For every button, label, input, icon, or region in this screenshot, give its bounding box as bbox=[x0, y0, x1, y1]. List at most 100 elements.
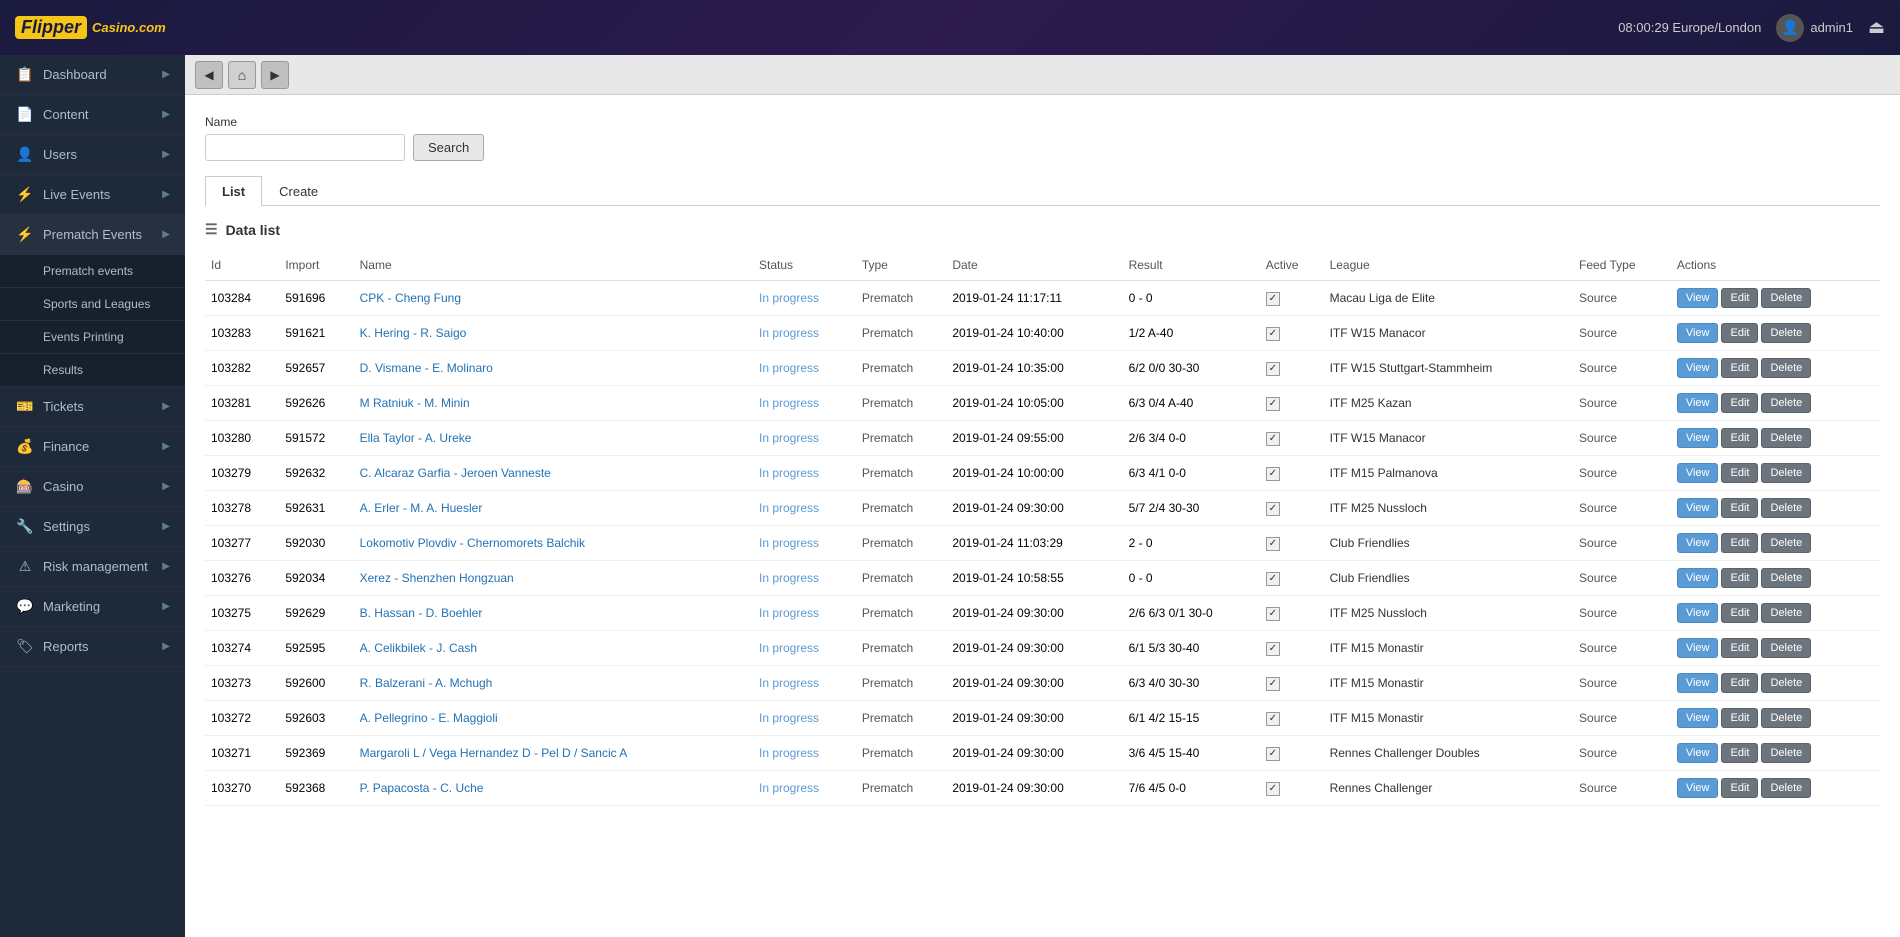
active-checkbox[interactable]: ✓ bbox=[1266, 642, 1280, 656]
edit-button[interactable]: Edit bbox=[1721, 603, 1758, 623]
active-checkbox[interactable]: ✓ bbox=[1266, 537, 1280, 551]
name-link[interactable]: C. Alcaraz Garfia - Jeroen Vanneste bbox=[360, 466, 551, 480]
active-checkbox[interactable]: ✓ bbox=[1266, 292, 1280, 306]
view-button[interactable]: View bbox=[1677, 358, 1719, 378]
sidebar-item-content[interactable]: 📄 Content ▶ bbox=[0, 95, 185, 135]
delete-button[interactable]: Delete bbox=[1761, 288, 1811, 308]
view-button[interactable]: View bbox=[1677, 533, 1719, 553]
cell-name[interactable]: D. Vismane - E. Molinaro bbox=[354, 351, 753, 386]
name-link[interactable]: Ella Taylor - A. Ureke bbox=[360, 431, 472, 445]
name-link[interactable]: A. Erler - M. A. Huesler bbox=[360, 501, 483, 515]
view-button[interactable]: View bbox=[1677, 463, 1719, 483]
cell-name[interactable]: B. Hassan - D. Boehler bbox=[354, 596, 753, 631]
edit-button[interactable]: Edit bbox=[1721, 358, 1758, 378]
cell-name[interactable]: P. Papacosta - C. Uche bbox=[354, 771, 753, 806]
edit-button[interactable]: Edit bbox=[1721, 743, 1758, 763]
forward-button[interactable]: ▶ bbox=[261, 61, 289, 89]
edit-button[interactable]: Edit bbox=[1721, 673, 1758, 693]
delete-button[interactable]: Delete bbox=[1761, 498, 1811, 518]
sidebar-item-live-events[interactable]: ⚡ Live Events ▶ bbox=[0, 175, 185, 215]
edit-button[interactable]: Edit bbox=[1721, 638, 1758, 658]
sidebar-item-users[interactable]: 👤 Users ▶ bbox=[0, 135, 185, 175]
delete-button[interactable]: Delete bbox=[1761, 428, 1811, 448]
active-checkbox[interactable]: ✓ bbox=[1266, 747, 1280, 761]
edit-button[interactable]: Edit bbox=[1721, 463, 1758, 483]
sidebar-item-marketing[interactable]: 💬 Marketing ▶ bbox=[0, 587, 185, 627]
active-checkbox[interactable]: ✓ bbox=[1266, 782, 1280, 796]
active-checkbox[interactable]: ✓ bbox=[1266, 572, 1280, 586]
delete-button[interactable]: Delete bbox=[1761, 533, 1811, 553]
sidebar-item-finance[interactable]: 💰 Finance ▶ bbox=[0, 427, 185, 467]
view-button[interactable]: View bbox=[1677, 323, 1719, 343]
delete-button[interactable]: Delete bbox=[1761, 603, 1811, 623]
edit-button[interactable]: Edit bbox=[1721, 778, 1758, 798]
name-link[interactable]: K. Hering - R. Saigo bbox=[360, 326, 467, 340]
active-checkbox[interactable]: ✓ bbox=[1266, 502, 1280, 516]
view-button[interactable]: View bbox=[1677, 673, 1719, 693]
edit-button[interactable]: Edit bbox=[1721, 393, 1758, 413]
search-input[interactable] bbox=[205, 134, 405, 161]
name-link[interactable]: M Ratniuk - M. Minin bbox=[360, 396, 470, 410]
sidebar-sub-item-sports-and-leagues[interactable]: Sports and Leagues bbox=[0, 288, 185, 321]
delete-button[interactable]: Delete bbox=[1761, 743, 1811, 763]
edit-button[interactable]: Edit bbox=[1721, 708, 1758, 728]
active-checkbox[interactable]: ✓ bbox=[1266, 607, 1280, 621]
cell-name[interactable]: A. Pellegrino - E. Maggioli bbox=[354, 701, 753, 736]
edit-button[interactable]: Edit bbox=[1721, 428, 1758, 448]
view-button[interactable]: View bbox=[1677, 778, 1719, 798]
sidebar-sub-item-results[interactable]: Results bbox=[0, 354, 185, 387]
edit-button[interactable]: Edit bbox=[1721, 288, 1758, 308]
name-link[interactable]: Lokomotiv Plovdiv - Chernomorets Balchik bbox=[360, 536, 585, 550]
active-checkbox[interactable]: ✓ bbox=[1266, 362, 1280, 376]
view-button[interactable]: View bbox=[1677, 393, 1719, 413]
sidebar-item-dashboard[interactable]: 📋 Dashboard ▶ bbox=[0, 55, 185, 95]
edit-button[interactable]: Edit bbox=[1721, 323, 1758, 343]
name-link[interactable]: B. Hassan - D. Boehler bbox=[360, 606, 483, 620]
sidebar-item-settings[interactable]: 🔧 Settings ▶ bbox=[0, 507, 185, 547]
active-checkbox[interactable]: ✓ bbox=[1266, 397, 1280, 411]
view-button[interactable]: View bbox=[1677, 288, 1719, 308]
view-button[interactable]: View bbox=[1677, 568, 1719, 588]
active-checkbox[interactable]: ✓ bbox=[1266, 432, 1280, 446]
delete-button[interactable]: Delete bbox=[1761, 358, 1811, 378]
delete-button[interactable]: Delete bbox=[1761, 638, 1811, 658]
active-checkbox[interactable]: ✓ bbox=[1266, 712, 1280, 726]
view-button[interactable]: View bbox=[1677, 743, 1719, 763]
cell-name[interactable]: Xerez - Shenzhen Hongzuan bbox=[354, 561, 753, 596]
active-checkbox[interactable]: ✓ bbox=[1266, 467, 1280, 481]
delete-button[interactable]: Delete bbox=[1761, 778, 1811, 798]
sidebar-sub-item-prematch-events[interactable]: Prematch events bbox=[0, 255, 185, 288]
view-button[interactable]: View bbox=[1677, 603, 1719, 623]
active-checkbox[interactable]: ✓ bbox=[1266, 677, 1280, 691]
active-checkbox[interactable]: ✓ bbox=[1266, 327, 1280, 341]
view-button[interactable]: View bbox=[1677, 498, 1719, 518]
view-button[interactable]: View bbox=[1677, 428, 1719, 448]
cell-name[interactable]: A. Celikbilek - J. Cash bbox=[354, 631, 753, 666]
sidebar-item-reports[interactable]: 🏷 Reports ▶ bbox=[0, 627, 185, 667]
edit-button[interactable]: Edit bbox=[1721, 498, 1758, 518]
logout-icon[interactable]: ⏏ bbox=[1868, 17, 1885, 38]
cell-name[interactable]: C. Alcaraz Garfia - Jeroen Vanneste bbox=[354, 456, 753, 491]
cell-name[interactable]: Ella Taylor - A. Ureke bbox=[354, 421, 753, 456]
sidebar-item-tickets[interactable]: 🎫 Tickets ▶ bbox=[0, 387, 185, 427]
back-button[interactable]: ◀ bbox=[195, 61, 223, 89]
delete-button[interactable]: Delete bbox=[1761, 323, 1811, 343]
delete-button[interactable]: Delete bbox=[1761, 708, 1811, 728]
tab-create[interactable]: Create bbox=[262, 176, 335, 206]
cell-name[interactable]: Lokomotiv Plovdiv - Chernomorets Balchik bbox=[354, 526, 753, 561]
cell-name[interactable]: M Ratniuk - M. Minin bbox=[354, 386, 753, 421]
name-link[interactable]: Margaroli L / Vega Hernandez D - Pel D /… bbox=[360, 746, 628, 760]
delete-button[interactable]: Delete bbox=[1761, 393, 1811, 413]
home-button[interactable]: ⌂ bbox=[228, 61, 256, 89]
edit-button[interactable]: Edit bbox=[1721, 533, 1758, 553]
cell-name[interactable]: Margaroli L / Vega Hernandez D - Pel D /… bbox=[354, 736, 753, 771]
name-link[interactable]: Xerez - Shenzhen Hongzuan bbox=[360, 571, 514, 585]
view-button[interactable]: View bbox=[1677, 638, 1719, 658]
view-button[interactable]: View bbox=[1677, 708, 1719, 728]
sidebar-item-prematch-events[interactable]: ⚡ Prematch Events ▶ bbox=[0, 215, 185, 255]
name-link[interactable]: A. Celikbilek - J. Cash bbox=[360, 641, 477, 655]
name-link[interactable]: P. Papacosta - C. Uche bbox=[360, 781, 484, 795]
delete-button[interactable]: Delete bbox=[1761, 673, 1811, 693]
tab-list[interactable]: List bbox=[205, 176, 262, 206]
name-link[interactable]: R. Balzerani - A. Mchugh bbox=[360, 676, 493, 690]
